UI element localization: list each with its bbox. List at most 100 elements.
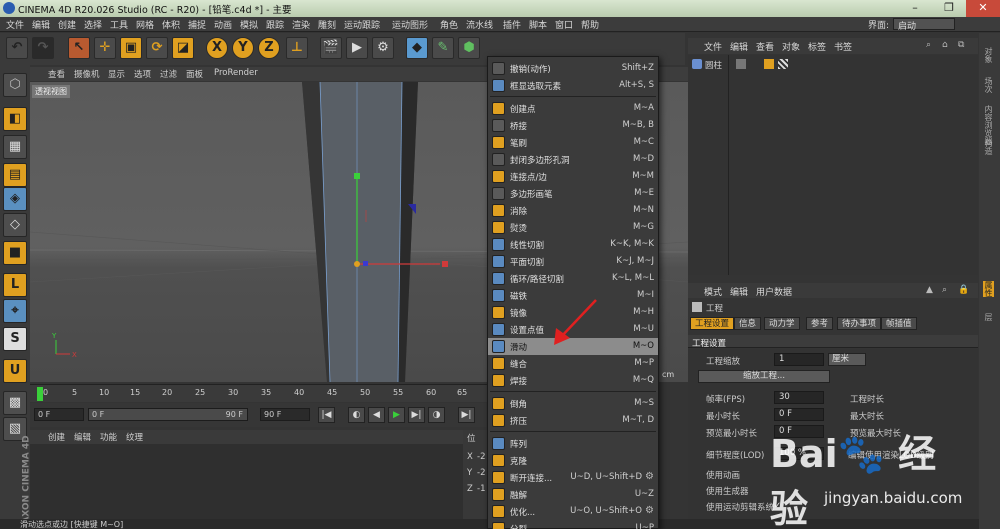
- cube-button[interactable]: ◆: [406, 37, 428, 59]
- search-icon[interactable]: ⌕: [942, 285, 947, 295]
- render-settings-button[interactable]: ⚙: [372, 37, 394, 59]
- mat-menu-texture[interactable]: 纹理: [126, 431, 143, 443]
- end-frame-field[interactable]: 90 F: [260, 408, 310, 421]
- tab-reference[interactable]: 参考: [806, 317, 834, 330]
- context-menu-item[interactable]: 焊接 M~Q: [488, 372, 658, 389]
- coords-x-value[interactable]: -2: [477, 452, 485, 462]
- polygons-mode-button[interactable]: ■: [3, 241, 27, 265]
- context-menu-item[interactable]: 笔刷 M~C: [488, 134, 658, 151]
- context-menu-item[interactable]: 循环/路径切割 K~L, M~L: [488, 270, 658, 287]
- material-area[interactable]: [30, 444, 490, 519]
- context-menu-item[interactable]: 创建点 M~A: [488, 100, 658, 117]
- context-menu-item[interactable]: 桥接 M~B, B: [488, 117, 658, 134]
- context-menu-item[interactable]: 挤压 M~T, D: [488, 412, 658, 429]
- tab-takes[interactable]: 场次: [983, 77, 994, 93]
- obj-menu-view[interactable]: 查看: [756, 40, 774, 53]
- vp-menu-prorender[interactable]: ProRender: [214, 68, 258, 78]
- tweak-mode-button[interactable]: ⌖: [3, 299, 27, 323]
- menu-sculpt[interactable]: 雕刻: [318, 18, 336, 31]
- context-menu-item[interactable]: 优化... U~O, U~Shift+O ⚙: [488, 503, 658, 520]
- fps-field[interactable]: 30: [774, 391, 824, 404]
- prev-frame-button[interactable]: ◀: [368, 407, 385, 423]
- tab-attributes[interactable]: 属性: [983, 281, 994, 297]
- tab-todo[interactable]: 待办事项: [837, 317, 882, 330]
- object-row[interactable]: 圆柱: [690, 57, 976, 71]
- mat-menu-edit[interactable]: 编辑: [74, 431, 91, 443]
- rotate-button[interactable]: ⟳: [146, 37, 168, 59]
- search-icon[interactable]: ⌕: [926, 40, 931, 50]
- up-arrow-icon[interactable]: ▲: [926, 285, 933, 295]
- obj-menu-objects[interactable]: 对象: [782, 40, 800, 53]
- context-menu-item[interactable]: 熨烫 M~G: [488, 219, 658, 236]
- current-frame-field[interactable]: 0 F: [34, 408, 84, 421]
- vp-menu-view[interactable]: 查看: [48, 68, 65, 80]
- x-axis-button[interactable]: X: [206, 37, 228, 59]
- vp-menu-panel[interactable]: 面板: [186, 68, 203, 80]
- render-picture-viewer-button[interactable]: ▶: [346, 37, 368, 59]
- go-to-end-button[interactable]: ▶|: [458, 407, 475, 423]
- menu-edit[interactable]: 编辑: [32, 18, 50, 31]
- tab-dynamics[interactable]: 动力学: [764, 317, 800, 330]
- scale-project-button[interactable]: 缩放工程...: [698, 370, 830, 383]
- new-view-icon[interactable]: ⧉: [958, 40, 964, 50]
- menu-file[interactable]: 文件: [6, 18, 24, 31]
- vp-menu-filter[interactable]: 过滤: [160, 68, 177, 80]
- context-menu-item[interactable]: 滑动 M~O: [488, 338, 658, 355]
- layer-toggle-icon[interactable]: [736, 59, 746, 69]
- texture-tag-icon[interactable]: [778, 59, 788, 69]
- menu-script[interactable]: 脚本: [529, 18, 547, 31]
- context-menu-item[interactable]: 消除 M~N: [488, 202, 658, 219]
- menu-volume[interactable]: 体积: [162, 18, 180, 31]
- home-icon[interactable]: ⌂: [942, 40, 948, 50]
- points-mode-button[interactable]: ◈: [3, 187, 27, 211]
- undo-button[interactable]: ↶: [6, 37, 28, 59]
- attr-menu-mode[interactable]: 模式: [704, 285, 722, 298]
- context-menu-item[interactable]: 撤销(动作) Shift+Z: [488, 60, 658, 77]
- play-button[interactable]: ▶: [388, 407, 405, 423]
- mat-menu-create[interactable]: 创建: [48, 431, 65, 443]
- project-scale-field[interactable]: 1: [774, 353, 824, 366]
- context-menu-item[interactable]: 封闭多边形孔洞 M~D: [488, 151, 658, 168]
- tab-layers[interactable]: 层: [983, 313, 994, 321]
- context-menu-item[interactable]: 框显选取元素 Alt+S, S: [488, 77, 658, 94]
- object-list[interactable]: 圆柱: [688, 55, 978, 275]
- z-axis-button[interactable]: Z: [258, 37, 280, 59]
- range-slider[interactable]: 0 F 90 F: [88, 408, 248, 421]
- attr-menu-edit[interactable]: 编辑: [730, 285, 748, 298]
- context-menu-item[interactable]: 磁铁 M~I: [488, 287, 658, 304]
- context-menu-item[interactable]: 连接点/边 M~M: [488, 168, 658, 185]
- workplane-button[interactable]: ▤: [3, 163, 27, 187]
- menu-help[interactable]: 帮助: [581, 18, 599, 31]
- minimize-button[interactable]: –: [898, 0, 932, 17]
- menu-render[interactable]: 渲染: [292, 18, 310, 31]
- maximize-button[interactable]: ❐: [932, 0, 966, 17]
- obj-menu-edit[interactable]: 编辑: [730, 40, 748, 53]
- magnet-button[interactable]: U: [3, 359, 27, 383]
- context-menu-item[interactable]: 克隆: [488, 452, 658, 469]
- close-button[interactable]: ✕: [966, 0, 1000, 17]
- context-menu-item[interactable]: 设置点值 M~U: [488, 321, 658, 338]
- context-menu-item[interactable]: 阵列: [488, 435, 658, 452]
- redo-button[interactable]: ↷: [32, 37, 54, 59]
- menu-simulate[interactable]: 模拟: [240, 18, 258, 31]
- pen-button[interactable]: ✎: [432, 37, 454, 59]
- vp-menu-options[interactable]: 选项: [134, 68, 151, 80]
- next-frame-button[interactable]: ▶|: [408, 407, 425, 423]
- context-menu-item[interactable]: 平面切割 K~J, M~J: [488, 253, 658, 270]
- subdivision-button[interactable]: ⬢: [458, 37, 480, 59]
- snap-button[interactable]: S: [3, 327, 27, 351]
- menu-mograph[interactable]: 运动图形: [392, 18, 428, 31]
- context-menu-item[interactable]: 镜像 M~H: [488, 304, 658, 321]
- y-axis-button[interactable]: Y: [232, 37, 254, 59]
- object-name[interactable]: 圆柱: [705, 59, 722, 71]
- timeline-ruler[interactable]: 0 5 10 15 20 25 30 35 40 45 50 55 60 65: [30, 384, 490, 402]
- mat-menu-function[interactable]: 功能: [100, 431, 117, 443]
- menu-animate[interactable]: 动画: [214, 18, 232, 31]
- menu-snap[interactable]: 捕捉: [188, 18, 206, 31]
- tab-project-settings[interactable]: 工程设置: [690, 317, 735, 330]
- obj-menu-file[interactable]: 文件: [704, 40, 722, 53]
- move-button[interactable]: ✛: [94, 37, 116, 59]
- texture-mode-button[interactable]: ▦: [3, 135, 27, 159]
- prev-key-button[interactable]: ◐: [348, 407, 365, 423]
- menu-tools[interactable]: 工具: [110, 18, 128, 31]
